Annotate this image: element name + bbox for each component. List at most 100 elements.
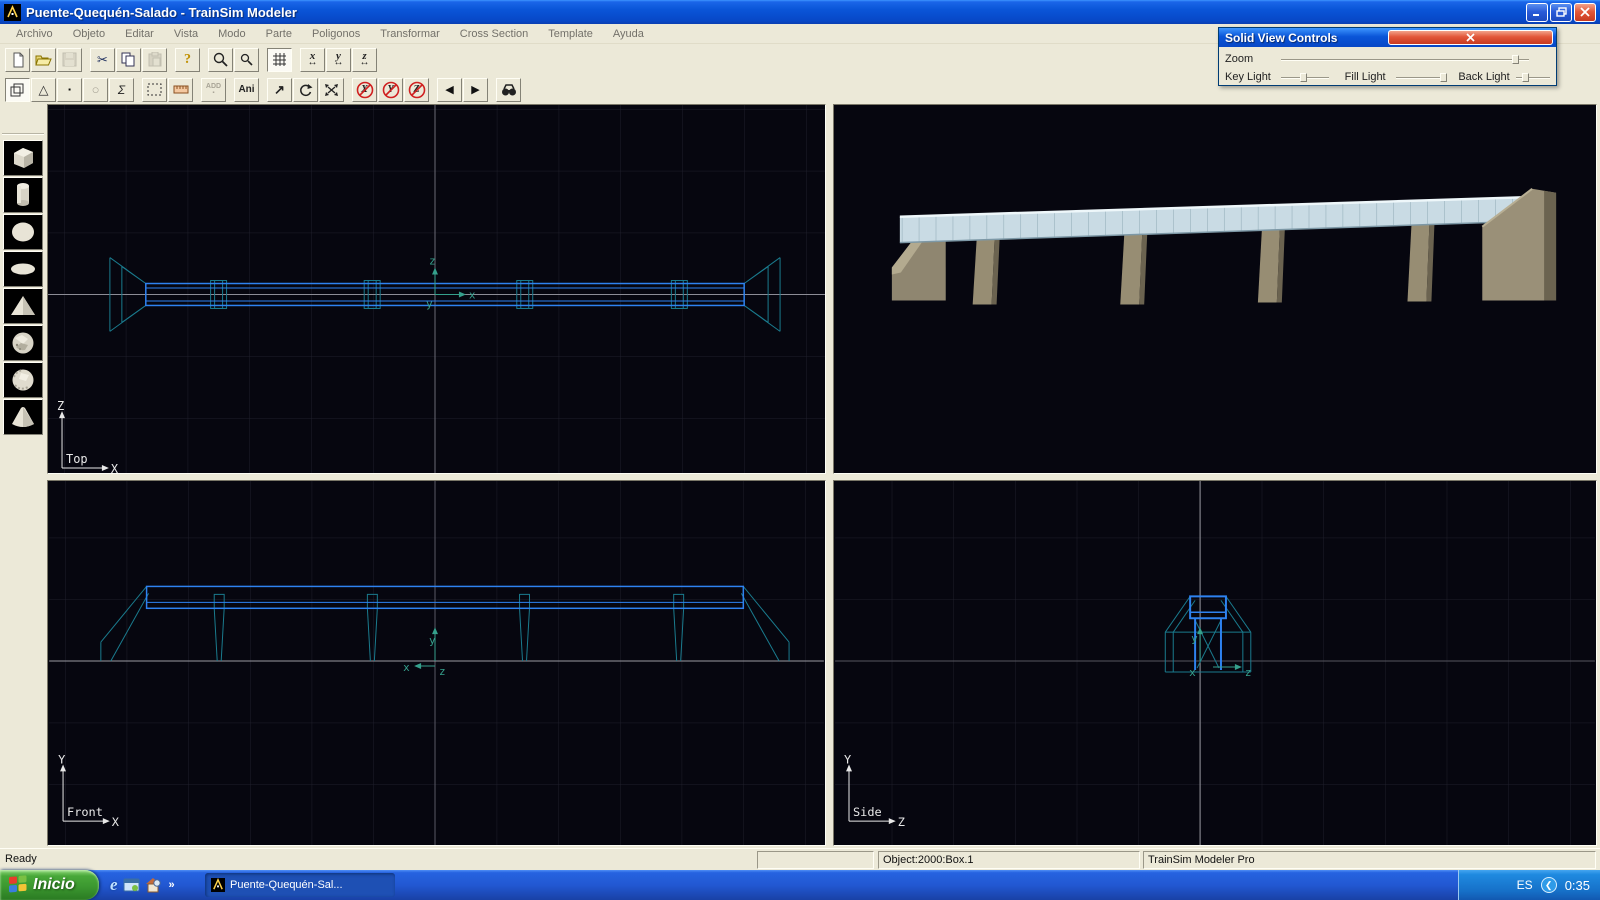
palette-title-bar[interactable]: Solid View Controls [1219, 28, 1556, 47]
lock-x-button[interactable]: X [352, 78, 377, 102]
zoom-out-button[interactable] [234, 48, 259, 72]
new-file-button[interactable] [5, 48, 30, 72]
primitive-disc-button[interactable] [3, 251, 43, 287]
circle-icon: ○ [92, 82, 100, 97]
geosphere-primitive-icon [8, 329, 38, 357]
cube-icon [10, 83, 25, 97]
slider-thumb[interactable] [1300, 73, 1307, 82]
add-dot-icon: ▪ [212, 90, 214, 97]
key-light-slider[interactable] [1281, 73, 1329, 82]
slider-thumb[interactable] [1522, 73, 1529, 82]
rotate-icon [298, 83, 313, 97]
menu-template[interactable]: Template [538, 26, 603, 42]
slider-track[interactable] [1281, 59, 1529, 61]
window-title: Puente-Quequén-Salado - TrainSim Modeler [26, 5, 1524, 20]
restore-button[interactable] [1550, 3, 1572, 22]
primitive-geosphere2-button[interactable] [3, 362, 43, 398]
menu-parte[interactable]: Parte [256, 26, 302, 42]
viewport-solid-canvas[interactable] [834, 105, 1596, 473]
scale-tool-button[interactable] [319, 78, 344, 102]
close-button[interactable] [1574, 3, 1596, 22]
key-light-slider-label: Key Light [1225, 71, 1281, 83]
language-indicator[interactable]: ES [1517, 878, 1533, 892]
menu-cross-section[interactable]: Cross Section [450, 26, 538, 42]
toolbar-separator [260, 78, 267, 102]
axis-y-button[interactable]: y ↔ [326, 48, 351, 72]
menu-editar[interactable]: Editar [115, 26, 164, 42]
next-button[interactable]: ▶ [463, 78, 488, 102]
task-button-trainsim[interactable]: Puente-Quequén-Sal... [205, 873, 395, 897]
tray-chevron-icon[interactable]: ❮ [1541, 877, 1557, 893]
open-file-button[interactable] [31, 48, 56, 72]
menu-ayuda[interactable]: Ayuda [603, 26, 654, 42]
ani-label: Ani [238, 84, 254, 95]
triangle-mode-button[interactable]: △ [31, 78, 56, 102]
quick-launch-overflow-chevron[interactable]: » [169, 879, 175, 891]
trainsim-logo-icon [5, 5, 20, 20]
viewport-side: y x z Y Z Side [833, 480, 1597, 846]
primitive-sphere-button[interactable] [3, 214, 43, 250]
lock-y-button[interactable]: Y [378, 78, 403, 102]
measure-button[interactable] [168, 78, 193, 102]
paste-button[interactable] [142, 48, 167, 72]
add-point-button[interactable]: ADD ▪ [201, 78, 226, 102]
mail-window-icon[interactable] [123, 877, 140, 893]
menu-archivo[interactable]: Archivo [6, 26, 63, 42]
horizontal-splitter[interactable] [47, 474, 1600, 480]
help-icon: ? [184, 52, 191, 68]
minimize-button[interactable] [1526, 3, 1548, 22]
menu-poligonos[interactable]: Poligonos [302, 26, 370, 42]
axis-z-button[interactable]: z ↔ [352, 48, 377, 72]
slider-track[interactable] [1516, 77, 1550, 79]
point-mode-button[interactable]: ▪ [57, 78, 82, 102]
zoom-slider[interactable] [1281, 55, 1529, 64]
selection-rectangle-icon [147, 83, 162, 96]
help-button[interactable]: ? [175, 48, 200, 72]
box-mode-button[interactable] [5, 78, 30, 102]
move-arrow-icon: ↗ [274, 82, 285, 98]
primitive-geosphere-button[interactable] [3, 325, 43, 361]
zoom-in-button[interactable] [208, 48, 233, 72]
clock[interactable]: 0:35 [1565, 878, 1590, 893]
primitive-cylinder-button[interactable] [3, 177, 43, 213]
grid-toggle-button[interactable] [267, 48, 292, 72]
axis-arrow-icon: ↔ [334, 59, 344, 67]
animation-button[interactable]: Ani [234, 78, 259, 102]
palette-close-button[interactable] [1388, 30, 1553, 45]
rotate-tool-button[interactable] [293, 78, 318, 102]
marquee-select-button[interactable] [142, 78, 167, 102]
viewport-top-canvas[interactable]: z x y Z X Top [48, 105, 825, 473]
previous-button[interactable]: ◀ [437, 78, 462, 102]
move-tool-button[interactable]: ↗ [267, 78, 292, 102]
start-button[interactable]: Inicio [0, 870, 99, 900]
slider-thumb[interactable] [1512, 55, 1519, 64]
lock-z-button[interactable]: Z [404, 78, 429, 102]
find-button[interactable] [496, 78, 521, 102]
menu-transformar[interactable]: Transformar [370, 26, 450, 42]
home-search-icon[interactable] [145, 877, 162, 893]
viewport-front-canvas[interactable]: y x z Y X Front [48, 481, 825, 845]
back-light-slider[interactable] [1516, 73, 1550, 82]
menu-objeto[interactable]: Objeto [63, 26, 115, 42]
copy-button[interactable] [116, 48, 141, 72]
axis-x-button[interactable]: x ↔ [300, 48, 325, 72]
circle-mode-button[interactable]: ○ [83, 78, 108, 102]
primitive-pyramid-button[interactable] [3, 288, 43, 324]
primitive-cone-button[interactable] [3, 399, 43, 435]
internet-explorer-icon[interactable]: e [110, 875, 118, 895]
menu-modo[interactable]: Modo [208, 26, 256, 42]
primitive-box-button[interactable] [3, 140, 43, 176]
grid [49, 481, 824, 845]
sphere-primitive-icon [8, 218, 38, 246]
viewport-side-canvas[interactable]: y x z Y Z Side [834, 481, 1596, 845]
fill-light-slider[interactable] [1396, 73, 1444, 82]
menu-vista[interactable]: Vista [164, 26, 208, 42]
slider-track[interactable] [1396, 77, 1444, 79]
title-bar: Puente-Quequén-Salado - TrainSim Modeler [0, 0, 1600, 24]
cut-button[interactable]: ✂ [90, 48, 115, 72]
grid [48, 105, 825, 473]
app-icon[interactable] [4, 4, 21, 21]
save-button[interactable] [57, 48, 82, 72]
slider-thumb[interactable] [1440, 73, 1447, 82]
spline-mode-button[interactable]: Σ [109, 78, 134, 102]
